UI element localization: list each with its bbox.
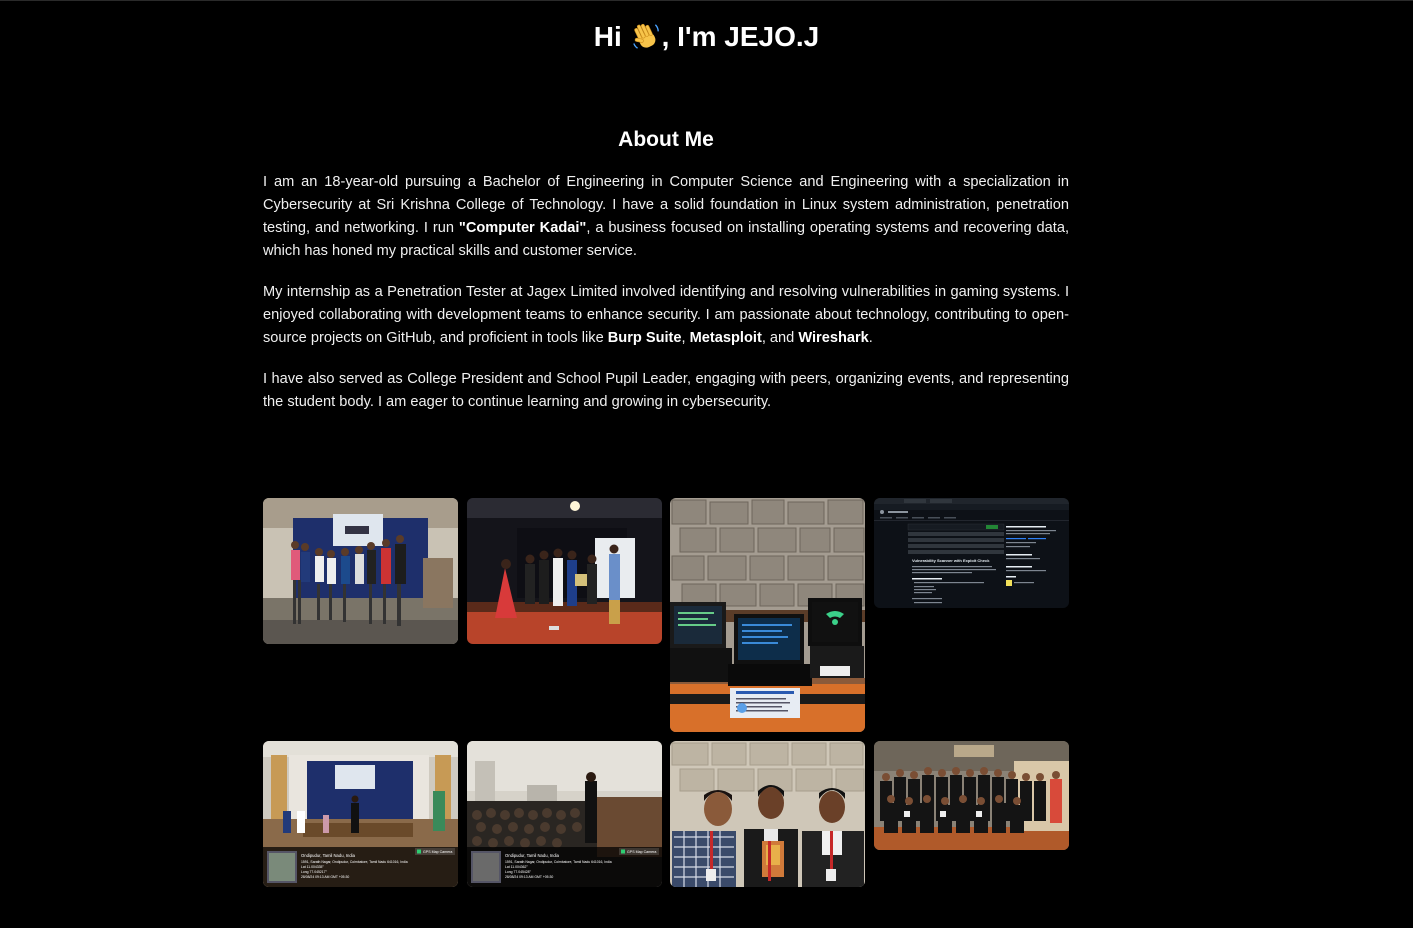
about-section: About Me I am an 18-year-old pursuing a … (263, 126, 1069, 432)
gallery-photo-large-group[interactable] (874, 741, 1069, 850)
business-name: "Computer Kadai" (458, 220, 587, 236)
screenshot-repo-title: Vulnerability Scanner with Exploit Check (912, 558, 990, 563)
gps-badge-2: GPS Map Camera (627, 850, 656, 854)
gps-badge-1: GPS Map Camera (423, 850, 452, 854)
gps-caption-1-lat: Lat 11.004335° (301, 865, 324, 869)
tool-metasploit: Metasploit (689, 330, 762, 346)
about-paragraph-2: My internship as a Penetration Tester at… (263, 281, 1069, 350)
hero-greeting: Hi (593, 21, 622, 52)
gps-caption-2-lat: Lat 11.004362° (505, 865, 528, 869)
gallery-photo-trophy-students[interactable] (670, 741, 865, 887)
gallery-photo-group-stage[interactable] (263, 498, 458, 644)
tool-burp-suite: Burp Suite (607, 330, 682, 346)
hero-name: , I'm JEJO.J (661, 21, 820, 52)
gps-caption-2-long: Long 77.045428° (505, 870, 532, 874)
about-p2-sep-2: , and (761, 330, 799, 346)
about-paragraph-3: I have also served as College President … (263, 371, 1069, 410)
gallery-photo-laptop-setup[interactable] (670, 498, 865, 732)
gallery-photo-audience-session[interactable]: Ondipudur, Tamil Nadu, India 1591, Sarat… (467, 741, 662, 887)
gps-caption-1-long: Long 77.045217° (301, 870, 328, 874)
about-heading: About Me (618, 128, 714, 151)
gallery-photo-hall-presentation[interactable]: Ondipudur, Tamil Nadu, India 1591, Sarat… (263, 741, 458, 887)
about-paragraph-1: I am an 18-year-old pursuing a Bachelor … (263, 171, 1069, 263)
top-border (0, 0, 1413, 1)
about-p2-end: . (868, 330, 873, 346)
gps-caption-1-location: Ondipudur, Tamil Nadu, India (301, 853, 356, 858)
gps-caption-2-address: 1591, Sarath Nagar, Ondipudur, Coimbator… (505, 860, 612, 864)
gps-caption-1-address: 1591, Sarath Nagar, Ondipudur, Coimbator… (301, 860, 408, 864)
hero-title: Hi , I'm JEJO.J (0, 19, 1413, 55)
about-p2-sep-1: , (681, 330, 690, 346)
gallery-screenshot-github-repo[interactable]: Vulnerability Scanner with Exploit Check (874, 498, 1069, 608)
tool-wireshark: Wireshark (798, 330, 869, 346)
gps-caption-1-time: 28/08/24 09:13 AM GMT +05:30 (301, 875, 349, 879)
waving-hand-icon (632, 23, 659, 49)
gps-caption-2-time: 28/08/24 09:13 AM GMT +05:30 (505, 875, 553, 879)
gallery-photo-award-ceremony[interactable] (467, 498, 662, 644)
gps-caption-2-location: Ondipudur, Tamil Nadu, India (505, 853, 560, 858)
